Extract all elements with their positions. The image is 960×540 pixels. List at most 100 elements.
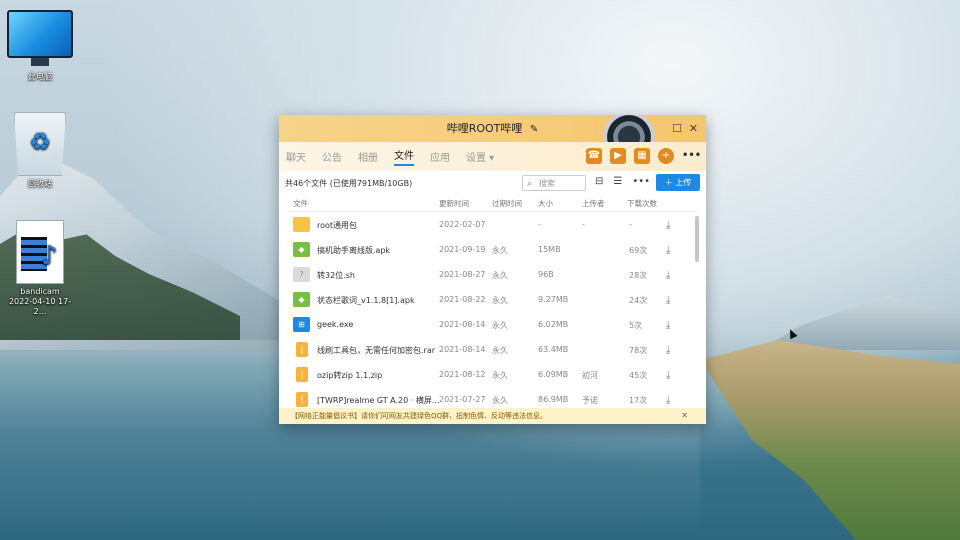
close-notice-icon[interactable]: ✕ — [681, 408, 688, 424]
files-toolbar: 共46个文件 (已使用791MB/10GB) ⌕ 搜索 ⊟ ☰ ••• ＋ 上传 — [279, 171, 706, 195]
more-options-icon[interactable]: ••• — [632, 176, 650, 187]
tab-chat[interactable]: 聊天 — [286, 149, 306, 164]
close-icon[interactable]: ✕ — [689, 115, 698, 142]
archive-icon: ┆ — [296, 367, 308, 382]
table-row[interactable]: ? 转32位.sh 2021-08-27 永久 96B 28次 ⤓ — [287, 262, 698, 287]
col-size[interactable]: 大小 — [538, 198, 553, 209]
scrollbar-thumb[interactable] — [695, 216, 699, 262]
archive-icon: ┆ — [296, 342, 308, 357]
table-row[interactable]: ⊞ geek.exe 2021-08-14 永久 6.02MB 5次 ⤓ — [287, 312, 698, 337]
file-name: geek.exe — [317, 320, 354, 329]
video-file-icon: ♪ — [16, 220, 64, 284]
desktop-icon-this-pc[interactable]: 此电脑 — [4, 10, 76, 82]
phone-call-icon[interactable]: ☎ — [586, 148, 602, 164]
table-row[interactable]: root通用包 2022-02-07 - - - ⤓ — [287, 212, 698, 237]
table-header: 文件 更新时间 过期时间 大小 上传者 下载次数 — [287, 195, 698, 212]
desktop-icon-label: 回收站 — [28, 179, 52, 188]
android-apk-icon: ◆ — [293, 242, 310, 257]
more-icon[interactable]: ••• — [682, 148, 701, 164]
window-title: 哔哩ROOT哔哩 — [446, 122, 523, 135]
desktop-icon-recycle-bin[interactable]: ♻ 回收站 — [4, 112, 76, 189]
col-file[interactable]: 文件 — [293, 198, 308, 209]
file-expire: 永久 — [492, 246, 508, 255]
group-tabs: 聊天 公告 相册 文件 应用 设置 ▾ ☎ ▶ ▦ + ••• — [279, 142, 706, 171]
file-expire: 永久 — [492, 396, 508, 405]
wallpaper-grass — [700, 340, 960, 540]
desktop-icon-label: 此电脑 — [28, 72, 52, 81]
file-date: 2021-08-12 — [439, 370, 486, 379]
download-icon[interactable]: ⤓ — [666, 270, 670, 281]
file-uploader: 初河 — [582, 371, 598, 380]
file-size: - — [538, 220, 541, 229]
file-downloads: 5次 — [629, 321, 643, 330]
computer-icon — [7, 10, 73, 66]
col-downloads[interactable]: 下载次数 — [627, 198, 657, 209]
notice-text: 【网络正能量倡议书】请你们可网友共建绿色QQ群，抵制色情、反动等违法信息。 — [291, 412, 548, 420]
file-name: [TWRP]realme GT A.20 · 横屏... — [317, 396, 440, 405]
file-size: 6.02MB — [538, 320, 569, 329]
table-row[interactable]: ◆ 状态栏歌词_v1.1.8[1].apk 2021-08-22 永久 9.27… — [287, 287, 698, 312]
file-downloads: 17次 — [629, 396, 648, 405]
file-name: 转32位.sh — [317, 271, 355, 280]
unknown-file-icon: ? — [293, 267, 310, 282]
tab-album[interactable]: 相册 — [358, 149, 378, 164]
file-size: 6.09MB — [538, 370, 569, 379]
col-expire[interactable]: 过期时间 — [492, 198, 522, 209]
desktop-icon-bandicam-video[interactable]: ♪ bandicam 2022-04-10 17-2... — [4, 220, 76, 317]
search-icon: ⌕ — [527, 179, 533, 189]
tab-apps[interactable]: 应用 — [430, 149, 450, 164]
tab-files[interactable]: 文件 — [394, 147, 414, 166]
file-size: 15MB — [538, 245, 561, 254]
file-downloads: 28次 — [629, 271, 648, 280]
download-icon[interactable]: ⤓ — [666, 395, 670, 406]
tab-announcement[interactable]: 公告 — [322, 149, 342, 164]
video-call-icon[interactable]: ▶ — [610, 148, 626, 164]
file-size: 63.4MB — [538, 345, 569, 354]
download-icon[interactable]: ⤓ — [666, 245, 670, 256]
file-list: root通用包 2022-02-07 - - - ⤓ ◆ 搞机助手离线版.apk… — [287, 212, 698, 412]
title-bar[interactable]: 哔哩ROOT哔哩 ✎ ☐ ✕ — [279, 115, 706, 161]
file-name: root通用包 — [317, 221, 358, 230]
download-icon[interactable]: ⤓ — [666, 220, 670, 231]
table-row[interactable]: ┆ 线刷工具包，无需任何加密包.rar 2021-08-14 永久 63.4MB… — [287, 337, 698, 362]
archive-icon: ┆ — [296, 392, 308, 407]
file-date: 2022-02-07 — [439, 220, 486, 229]
table-row[interactable]: ┆ ozip转zip 1.1.zip 2021-08-12 永久 6.09MB … — [287, 362, 698, 387]
file-downloads: 69次 — [629, 246, 648, 255]
maximize-icon[interactable]: ☐ — [672, 115, 682, 142]
download-icon[interactable]: ⤓ — [666, 370, 670, 381]
desktop-icon-label: bandicam 2022-04-10 17-2... — [8, 287, 72, 316]
file-expire: 永久 — [492, 346, 508, 355]
col-uploader[interactable]: 上传者 — [582, 198, 605, 209]
file-expire: 永久 — [492, 271, 508, 280]
file-expire: 永久 — [492, 296, 508, 305]
file-expire: 永久 — [492, 371, 508, 380]
windows-exe-icon: ⊞ — [293, 317, 310, 332]
qq-group-files-window: 哔哩ROOT哔哩 ✎ ☐ ✕ 聊天 公告 相册 文件 应用 设置 ▾ ☎ ▶ ▦… — [279, 115, 706, 424]
search-input[interactable]: ⌕ 搜索 — [522, 175, 586, 191]
file-size: 9.27MB — [538, 295, 569, 304]
storage-summary: 共46个文件 (已使用791MB/10GB) — [285, 178, 413, 188]
col-updated[interactable]: 更新时间 — [439, 198, 469, 209]
share-screen-icon[interactable]: ▦ — [634, 148, 650, 164]
upload-button[interactable]: ＋ 上传 — [656, 174, 700, 191]
inbox-icon[interactable]: ⊟ — [595, 176, 603, 187]
file-date: 2021-08-14 — [439, 320, 486, 329]
download-icon[interactable]: ⤓ — [666, 345, 670, 356]
tab-settings[interactable]: 设置 ▾ — [466, 149, 494, 164]
file-name: ozip转zip 1.1.zip — [317, 371, 383, 380]
file-downloads: - — [629, 220, 632, 229]
edit-name-icon[interactable]: ✎ — [530, 124, 538, 135]
file-name: 状态栏歌词_v1.1.8[1].apk — [317, 296, 415, 305]
notice-bar: 【网络正能量倡议书】请你们可网友共建绿色QQ群，抵制色情、反动等违法信息。 ✕ — [279, 408, 706, 424]
download-icon[interactable]: ⤓ — [666, 320, 670, 331]
table-row[interactable]: ◆ 搞机助手离线版.apk 2021-09-19 永久 15MB 69次 ⤓ — [287, 237, 698, 262]
file-date: 2021-09-19 — [439, 245, 486, 254]
add-icon[interactable]: + — [658, 148, 674, 164]
download-icon[interactable]: ⤓ — [666, 295, 670, 306]
file-uploader: 予诺 — [582, 396, 598, 405]
list-view-icon[interactable]: ☰ — [613, 176, 622, 187]
file-downloads: 45次 — [629, 371, 648, 380]
file-expire: 永久 — [492, 321, 508, 330]
file-date: 2021-08-27 — [439, 270, 486, 279]
